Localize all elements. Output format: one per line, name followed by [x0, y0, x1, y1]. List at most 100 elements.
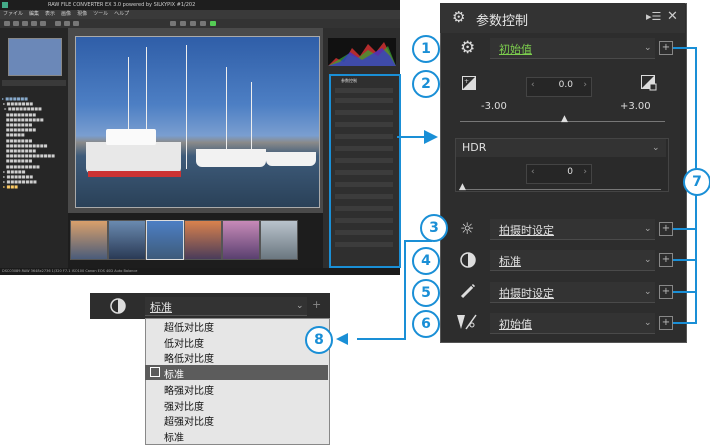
connector-line [357, 338, 406, 340]
app-logo-icon [2, 2, 8, 8]
menu-option[interactable]: 标准 [164, 429, 184, 444]
exposure-stepper[interactable]: ‹ 0.0 › [526, 77, 592, 97]
hdr-slider[interactable] [459, 189, 661, 190]
sharpness-icon [460, 283, 476, 299]
panel-title: 参数控制 [476, 14, 529, 29]
menu-file[interactable]: ファイル [3, 11, 23, 17]
add-lens-button[interactable]: + [659, 316, 673, 330]
contrast-value: 标准 [499, 255, 521, 268]
mini-panel-title: 参数控制 [341, 78, 357, 83]
preview-photo[interactable] [75, 36, 320, 208]
connector-line [673, 228, 697, 230]
menu-option[interactable]: 强对比度 [164, 398, 204, 413]
hdr-header[interactable] [456, 139, 666, 157]
film-thumb[interactable] [184, 220, 222, 260]
toolbar-icon[interactable] [40, 21, 46, 26]
connector-line [673, 47, 697, 49]
svg-text:+: + [464, 78, 469, 85]
menu-develop[interactable]: 現像 [77, 11, 87, 17]
toolbar-icon[interactable] [31, 21, 37, 26]
lens-icon [457, 314, 477, 330]
panel-gears-icon: ⚙ [452, 8, 466, 26]
film-thumb[interactable] [146, 220, 184, 260]
menu-help[interactable]: ヘルプ [114, 11, 129, 17]
add-icon[interactable]: + [312, 298, 321, 311]
preset-value: 初始值 [499, 43, 532, 56]
add-preset-button[interactable]: + [659, 41, 673, 55]
exposure-value: 0.0 [558, 80, 573, 90]
status-bar: DSC03089.RAW 3648x2736 1/320 F7.1 ISO100… [0, 268, 400, 275]
film-thumb[interactable] [108, 220, 146, 260]
menu-view[interactable]: 表示 [45, 11, 55, 17]
arrow-left-icon [336, 333, 348, 345]
contrast-current-value: 标准 [150, 301, 172, 314]
toolbar-icon[interactable] [22, 21, 28, 26]
toolbar-icon[interactable] [73, 21, 79, 26]
white-balance-value: 拍摄时设定 [499, 224, 554, 237]
exposure-auto-icon[interactable] [641, 75, 657, 91]
slider-thumb[interactable]: ▲ [459, 182, 466, 192]
slider-thumb[interactable]: ▲ [561, 114, 568, 124]
menu-option[interactable]: 略强对比度 [164, 382, 214, 397]
chevron-down-icon[interactable]: ⌄ [652, 143, 660, 153]
film-thumb[interactable] [260, 220, 298, 260]
toolbar-icon[interactable] [55, 21, 61, 26]
decrement-icon[interactable]: ‹ [531, 80, 535, 90]
toolbar-icon[interactable] [13, 21, 19, 26]
callout-6: 6 [412, 310, 440, 338]
lens-value: 初始值 [499, 318, 532, 331]
toolbar-icon[interactable] [180, 21, 186, 26]
menu-option[interactable]: 超低对比度 [164, 319, 214, 334]
sun-icon: ☼ [460, 219, 475, 238]
decrement-icon[interactable]: ‹ [531, 167, 535, 177]
folder-path-field[interactable] [2, 80, 66, 86]
exposure-max-label: +3.00 [620, 101, 651, 112]
menu-option-selected[interactable]: 标准 [164, 366, 184, 381]
exposure-icon: + [462, 76, 476, 90]
callout-5: 5 [412, 279, 440, 307]
hdr-stepper[interactable]: ‹ 0 › [526, 164, 592, 184]
increment-icon[interactable]: › [583, 167, 587, 177]
chevron-down-icon: ⌄ [644, 287, 652, 297]
menu-edit[interactable]: 編集 [29, 11, 39, 17]
toolbar-icon[interactable] [190, 21, 196, 26]
connector-line [404, 240, 406, 340]
add-contrast-button[interactable]: + [659, 253, 673, 267]
connector-line [397, 136, 427, 138]
toolbar-icon[interactable] [4, 21, 10, 26]
add-sharpness-button[interactable]: + [659, 285, 673, 299]
connector-line [673, 322, 697, 324]
app-titlebar: RAW FILE CONVERTER EX 3.0 powered by SIL… [0, 0, 400, 10]
chevron-down-icon: ⌄ [644, 255, 652, 265]
toolbar-icon[interactable] [170, 21, 176, 26]
toolbar-icon[interactable] [210, 21, 216, 26]
connector-line [673, 259, 697, 261]
menu-image[interactable]: 画像 [61, 11, 71, 17]
app-title: RAW FILE CONVERTER EX 3.0 powered by SIL… [48, 2, 196, 8]
app-window-thumbnail: RAW FILE CONVERTER EX 3.0 powered by SIL… [0, 0, 401, 275]
exposure-min-label: -3.00 [481, 101, 507, 112]
navigator-thumbnail[interactable] [8, 38, 62, 76]
menu-option[interactable]: 略低对比度 [164, 350, 214, 365]
contrast-icon [460, 252, 476, 268]
histogram [328, 38, 396, 66]
increment-icon[interactable]: › [583, 80, 587, 90]
close-icon[interactable]: ✕ [667, 9, 678, 24]
folder-tree[interactable]: ▸ ■■■■■■ ▸ ■■■■■■■ ▸ ■■■■■■■■■ ■■■■■■■■ … [2, 96, 66, 190]
toolbar-icon[interactable] [200, 21, 206, 26]
menu-tools[interactable]: ツール [93, 11, 108, 17]
menu-option[interactable]: 低对比度 [164, 335, 204, 350]
chevron-down-icon: ⌄ [644, 318, 652, 328]
callout-7: 7 [683, 168, 710, 196]
film-thumb[interactable] [70, 220, 108, 260]
film-thumb[interactable] [222, 220, 260, 260]
toolbar-icon[interactable] [64, 21, 70, 26]
add-white-balance-button[interactable]: + [659, 222, 673, 236]
status-text: DSC03089.RAW 3648x2736 1/320 F7.1 ISO100… [2, 269, 138, 273]
mini-control-panel: 参数控制 [329, 74, 401, 268]
menu-option[interactable]: 超强对比度 [164, 413, 214, 428]
pin-list-icon[interactable]: ▸☰ [646, 10, 661, 23]
app-menubar: ファイル 編集 表示 画像 現像 ツール ヘルプ [0, 10, 400, 19]
contrast-icon [110, 298, 126, 314]
gear-icon: ⚙ [460, 38, 476, 58]
